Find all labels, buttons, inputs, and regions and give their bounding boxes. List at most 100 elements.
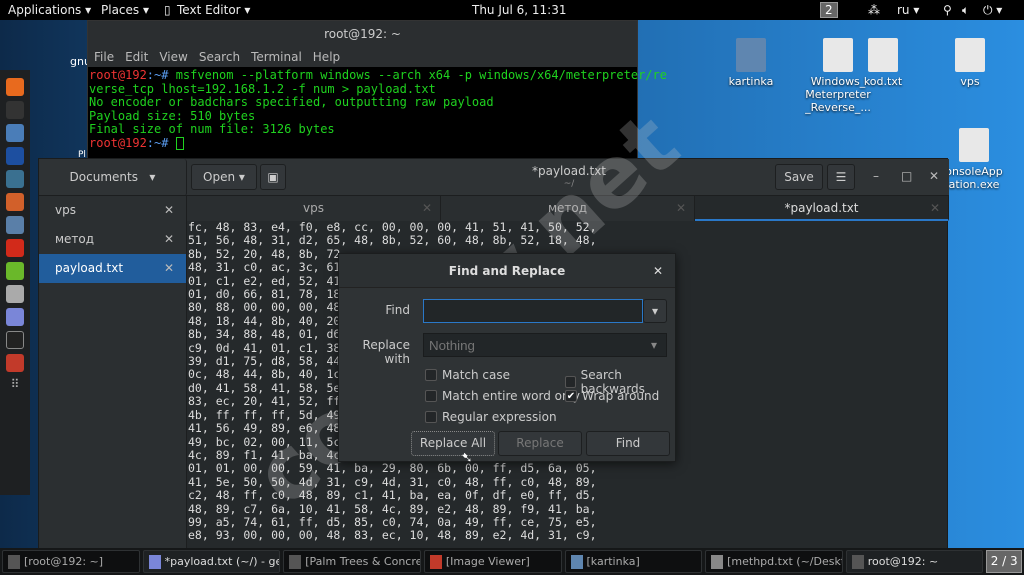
- maltego-icon[interactable]: [6, 216, 24, 234]
- workspace-indicator[interactable]: 2: [820, 2, 838, 18]
- wrap-around-checkbox[interactable]: ✔ Wrap around: [565, 389, 659, 403]
- prompt: root@192: [89, 135, 147, 150]
- documents-sidebar: vps ✕ метод ✕ payload.txt ✕: [39, 196, 187, 551]
- find-label: Find: [385, 303, 410, 317]
- desktop-icon-vps[interactable]: vps: [930, 38, 1010, 88]
- image-viewer-icon[interactable]: [6, 354, 24, 372]
- find-replace-dialog: Find and Replace✕ Find ▾ Replace with ▾ …: [338, 253, 676, 462]
- text-file-icon: [868, 38, 898, 72]
- volume-icon[interactable]: 🔈︎: [962, 3, 969, 18]
- terminal-window[interactable]: root@192: ~ File Edit View Search Termin…: [87, 20, 667, 162]
- desktop-icon-kod[interactable]: kod.txt: [843, 38, 923, 88]
- menu-terminal[interactable]: Terminal: [251, 47, 302, 67]
- save-button[interactable]: Save: [775, 164, 823, 190]
- applications-menu[interactable]: Applications ▾: [8, 3, 91, 17]
- video-icon[interactable]: [6, 331, 24, 349]
- menu-search[interactable]: Search: [199, 47, 240, 67]
- menu-file[interactable]: File: [94, 47, 114, 67]
- firefox-icon[interactable]: [6, 78, 24, 96]
- close-icon[interactable]: ✕: [676, 196, 686, 221]
- menu-button[interactable]: ☰: [827, 164, 855, 190]
- task-kartinka[interactable]: [kartinka]: [564, 550, 703, 573]
- close-icon[interactable]: ✕: [164, 225, 174, 254]
- close-icon[interactable]: ✕: [164, 254, 174, 283]
- clock[interactable]: Thu Jul 6, 11:31: [472, 3, 567, 17]
- regex-checkbox[interactable]: Regular expression: [425, 410, 557, 424]
- find-history-dropdown[interactable]: ▾: [643, 299, 667, 323]
- menu-view[interactable]: View: [159, 47, 187, 67]
- network-icon[interactable]: ⁂: [868, 3, 880, 17]
- prompt-suffix: :~#: [146, 135, 169, 150]
- terminal-title: root@192: ~: [324, 27, 401, 41]
- terminal-icon[interactable]: [6, 101, 24, 119]
- wifi-icon[interactable]: ⚲: [943, 3, 952, 17]
- task-label: [Image Viewer]: [445, 555, 530, 568]
- minimize-button[interactable]: –: [873, 169, 879, 183]
- task-label: *payload.txt (~/) - ge...: [164, 555, 281, 568]
- task-methpd[interactable]: [methpd.txt (~/Deskt...: [705, 550, 843, 573]
- power-icon[interactable]: ⏻ ▾: [983, 3, 1002, 18]
- task-terminal[interactable]: [root@192: ~]: [2, 550, 140, 573]
- document-item-metod[interactable]: метод ✕: [39, 225, 186, 254]
- code-line: 41, 5e, 50, 50, 4d, 31, c9, 4d, 31, c0, …: [188, 474, 597, 489]
- task-image-viewer[interactable]: [Image Viewer]: [423, 550, 562, 573]
- close-icon[interactable]: ✕: [653, 254, 663, 288]
- close-icon[interactable]: ✕: [422, 196, 432, 221]
- task-terminal-active[interactable]: root@192: ~: [845, 550, 984, 573]
- tab-label: метод: [547, 201, 588, 215]
- find-input[interactable]: [423, 299, 643, 323]
- checkbox-icon: [565, 376, 576, 388]
- task-label: [kartinka]: [586, 555, 640, 568]
- gedit-icon[interactable]: [6, 308, 24, 326]
- desktop-icon-kartinka[interactable]: kartinka: [711, 38, 791, 88]
- find-button[interactable]: Find: [586, 431, 670, 456]
- replace-button[interactable]: Replace: [498, 431, 582, 456]
- armitage-icon[interactable]: [6, 170, 24, 188]
- terminal-output[interactable]: root@192:~# msfvenom --platform windows …: [88, 67, 667, 152]
- replace-input[interactable]: [423, 333, 667, 357]
- task-gedit[interactable]: *payload.txt (~/) - ge...: [142, 550, 281, 573]
- leafpad-icon[interactable]: [6, 262, 24, 280]
- match-case-checkbox[interactable]: Match case: [425, 368, 510, 382]
- task-video[interactable]: [Palm Trees & Concre...: [283, 550, 421, 573]
- burp-icon[interactable]: [6, 193, 24, 211]
- option-label: Match case: [442, 368, 511, 382]
- documents-selector[interactable]: Documents ▾: [39, 159, 187, 196]
- replace-all-button[interactable]: Replace All: [411, 431, 495, 456]
- open-button[interactable]: Open ▾: [191, 164, 257, 190]
- maximize-button[interactable]: □: [901, 169, 912, 183]
- checkmark-icon: ✔: [565, 390, 577, 402]
- tab-payload[interactable]: *payload.txt ✕: [695, 196, 949, 221]
- show-apps-icon[interactable]: ⠿: [6, 377, 24, 395]
- terminal-titlebar[interactable]: root@192: ~: [88, 21, 637, 47]
- replace-label: Replace with: [362, 338, 410, 366]
- workspace-pager[interactable]: 2 / 3: [986, 550, 1023, 573]
- code-line: 01, 01, 00, 00, 59, 41, ba, 29, 80, 6b, …: [188, 461, 597, 476]
- language-menu[interactable]: ru ▾: [897, 3, 919, 17]
- places-menu[interactable]: Places ▾: [101, 3, 149, 17]
- text-editor-icon: ▯: [164, 3, 171, 17]
- match-word-checkbox[interactable]: Match entire word only: [425, 389, 580, 403]
- new-document-button[interactable]: ▣: [260, 164, 286, 190]
- close-icon[interactable]: ✕: [930, 196, 940, 221]
- close-icon[interactable]: ✕: [164, 196, 174, 225]
- menu-help[interactable]: Help: [313, 47, 340, 67]
- document-item-payload[interactable]: payload.txt ✕: [39, 254, 186, 283]
- icon-label: kod.txt: [863, 75, 903, 88]
- app-icon[interactable]: [6, 285, 24, 303]
- metasploit-icon[interactable]: [6, 147, 24, 165]
- tab-metod[interactable]: метод ✕: [441, 196, 695, 221]
- tab-vps[interactable]: vps ✕: [187, 196, 441, 221]
- faraday-icon[interactable]: [6, 239, 24, 257]
- app-menu[interactable]: Text Editor ▾: [177, 3, 250, 17]
- icon-label: onsoleApp ation.exe: [945, 165, 1003, 191]
- document-item-vps[interactable]: vps ✕: [39, 196, 186, 225]
- text-file-icon: [955, 38, 985, 72]
- code-line: 99, a5, 74, 61, ff, d5, 85, c0, 74, 0a, …: [188, 514, 597, 529]
- image-viewer-icon: [429, 554, 442, 569]
- top-panel: Applications ▾ Places ▾ ▯ Text Editor ▾ …: [0, 0, 1024, 20]
- close-button[interactable]: ✕: [929, 169, 939, 183]
- files-icon[interactable]: [6, 124, 24, 142]
- replace-history-dropdown[interactable]: ▾: [651, 338, 657, 352]
- menu-edit[interactable]: Edit: [125, 47, 148, 67]
